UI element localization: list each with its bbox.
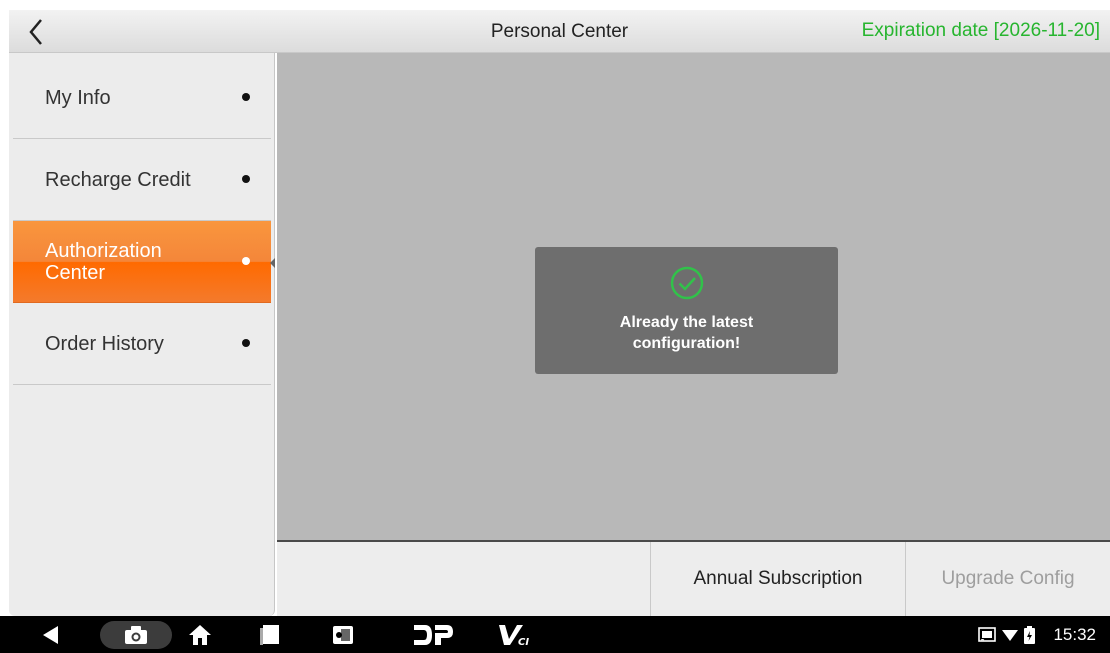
bullet-icon: [242, 257, 250, 265]
wifi-icon: [1000, 616, 1020, 653]
sidebar-item-order-history[interactable]: Order History: [13, 303, 271, 385]
svg-text:CI: CI: [518, 637, 529, 648]
toast-text: Already the latest configuration!: [535, 312, 838, 354]
bullet-icon: [242, 339, 250, 347]
sidebar-item-label: Authorization Center: [45, 239, 162, 284]
active-indicator-icon: [270, 258, 275, 268]
toast-line-2: configuration!: [632, 335, 741, 352]
recent-apps-icon[interactable]: [255, 616, 285, 653]
action-bar: Annual Subscription Upgrade Config: [277, 540, 1110, 616]
battery-icon: [1022, 616, 1036, 653]
vehicle-menu-icon[interactable]: [328, 616, 358, 653]
nav-back-icon[interactable]: [32, 616, 68, 653]
home-icon[interactable]: [182, 616, 218, 653]
sidebar-item-label: Order History: [45, 332, 164, 355]
check-circle-icon: [670, 266, 704, 300]
bullet-icon: [242, 93, 250, 101]
sidebar-item-label: Recharge Credit: [45, 168, 191, 191]
sidebar-item-my-info[interactable]: My Info: [13, 57, 271, 139]
toast-message: Already the latest configuration!: [535, 247, 838, 374]
sidebar-item-authorization-center[interactable]: Authorization Center: [13, 221, 271, 303]
clock-time: 15:32: [1053, 625, 1096, 644]
sidebar-item-recharge-credit[interactable]: Recharge Credit: [13, 139, 271, 221]
vci-icon[interactable]: CI: [496, 616, 536, 653]
annual-subscription-button[interactable]: Annual Subscription: [650, 542, 905, 616]
title-bar: Personal Center Expiration date [2026-11…: [9, 10, 1110, 53]
expiration-date: Expiration date [2026-11-20]: [861, 20, 1100, 41]
toast-line-1: Already the latest: [619, 314, 754, 331]
sidebar: My Info Recharge Credit Authorization Ce…: [9, 53, 275, 616]
upgrade-config-button[interactable]: Upgrade Config: [905, 542, 1110, 616]
dp-logo-icon[interactable]: [410, 616, 456, 653]
bullet-icon: [242, 175, 250, 183]
camera-icon: [125, 625, 147, 644]
screenshot-button[interactable]: [100, 616, 172, 653]
system-nav-bar: CI 15:32: [0, 616, 1110, 653]
cast-icon: [976, 616, 998, 653]
sidebar-item-label: My Info: [45, 86, 111, 109]
